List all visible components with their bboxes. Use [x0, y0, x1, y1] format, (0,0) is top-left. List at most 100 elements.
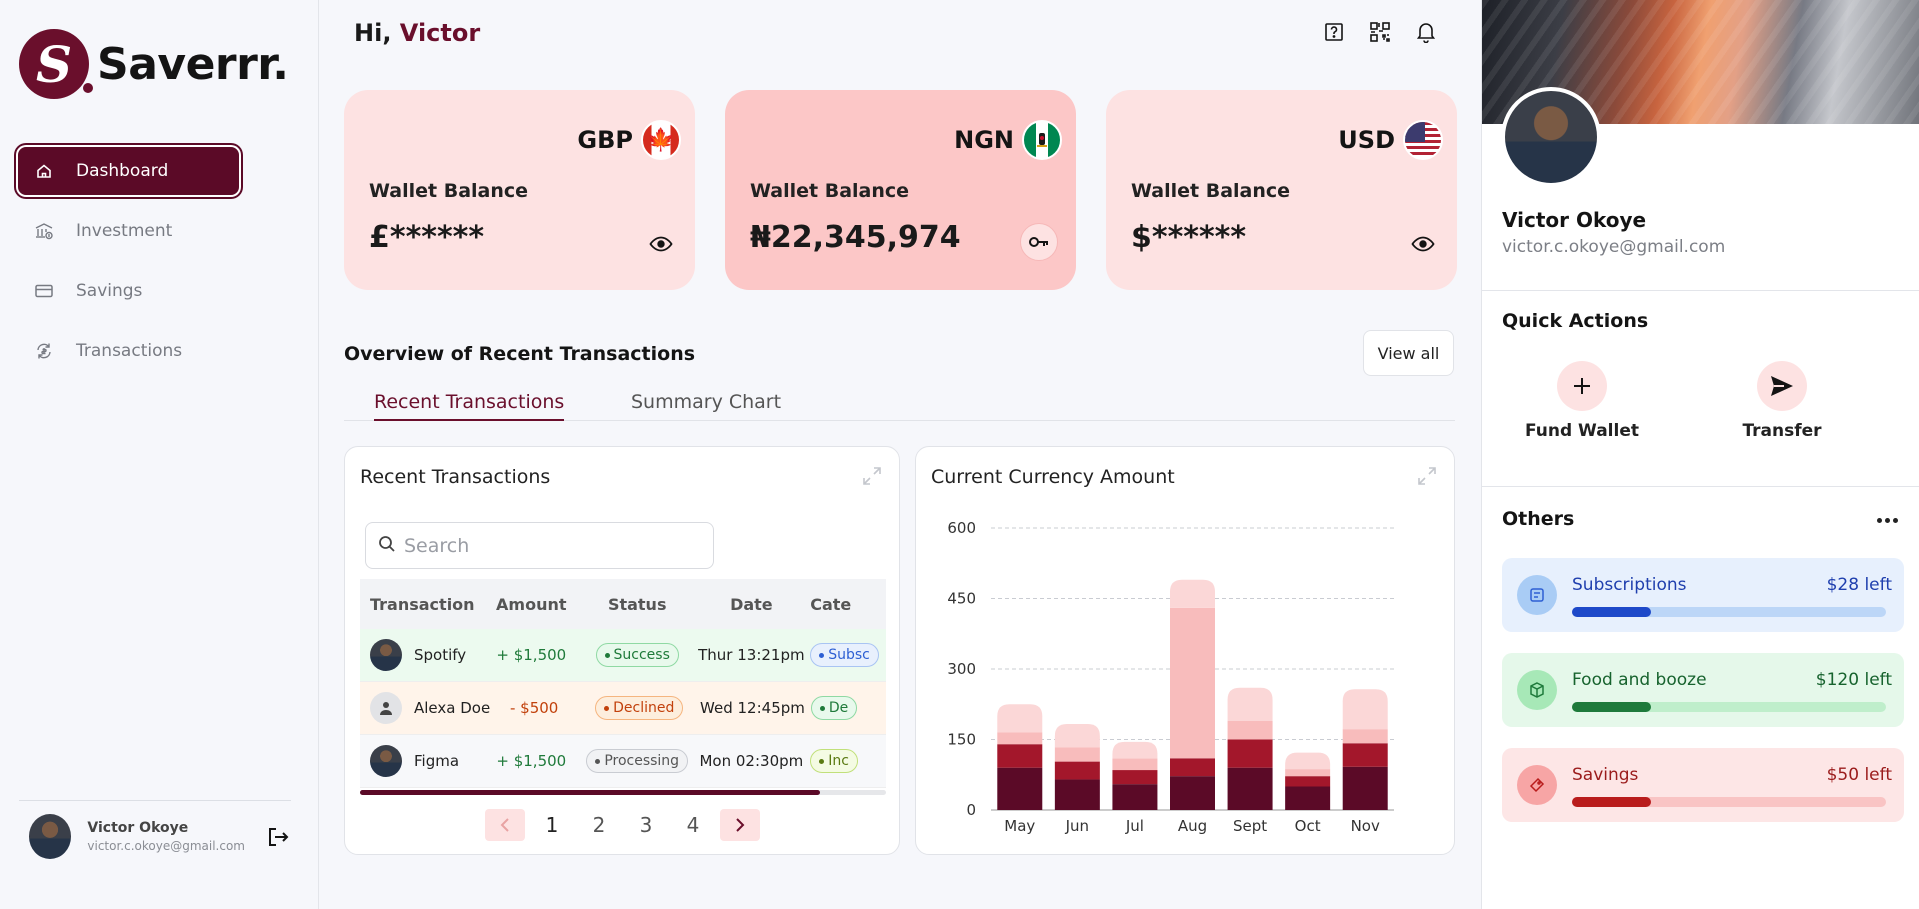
- prev-page-button[interactable]: [485, 809, 525, 841]
- page-button[interactable]: 3: [626, 809, 666, 841]
- bar-segment-usd: [997, 704, 1043, 733]
- key-icon[interactable]: [1020, 223, 1058, 261]
- food-budget[interactable]: Food and booze $120 left: [1502, 653, 1904, 727]
- budget-progress-bar: [1572, 702, 1886, 712]
- bar-segment-eur: [1227, 739, 1273, 768]
- budget-progress-fill: [1572, 702, 1651, 712]
- status-dot: [595, 758, 601, 764]
- chart-title: Current Currency Amount: [931, 466, 1175, 488]
- bar-segment-ngn: [1112, 784, 1158, 810]
- table-row[interactable]: Figma + $1,500 Processing Mon 02:30pm In…: [360, 735, 886, 788]
- status-label: Success: [613, 647, 670, 663]
- avatar[interactable]: [29, 814, 72, 859]
- tab-summary-chart[interactable]: Summary Chart: [631, 391, 781, 419]
- usa-flag-icon: [1403, 120, 1443, 160]
- amount-cell: + $1,500: [496, 646, 567, 664]
- table-scrollbar[interactable]: [360, 790, 886, 795]
- next-page-button[interactable]: [720, 809, 760, 841]
- table-row[interactable]: Alexa Doe - $500 Declined Wed 12:45pm De: [360, 682, 886, 735]
- table-row[interactable]: Spotify + $1,500 Success Thur 13:21pm Su…: [360, 629, 886, 682]
- food-box-icon: [1517, 670, 1557, 710]
- page-button[interactable]: 1: [532, 809, 572, 841]
- wallet-amount: $******: [1131, 220, 1247, 255]
- header-actions: [1322, 20, 1438, 44]
- bar-segment-usd: [1170, 579, 1215, 608]
- budget-progress-bar: [1572, 607, 1886, 617]
- budget-progress-fill: [1572, 797, 1651, 807]
- page-button[interactable]: 4: [673, 809, 713, 841]
- column-header[interactable]: Amount: [483, 595, 580, 614]
- logout-icon[interactable]: [265, 824, 291, 850]
- budget-remaining: $50 left: [1826, 765, 1892, 785]
- subscriptions-budget[interactable]: Subscriptions $28 left: [1502, 558, 1904, 632]
- savings-budget[interactable]: Savings $50 left: [1502, 748, 1904, 822]
- overview-tabs: Recent Transactions Summary Chart: [344, 389, 1455, 421]
- category-label: Subsc: [828, 647, 870, 663]
- sidebar-user-name: Victor Okoye: [87, 820, 189, 836]
- x-tick-label: Aug: [1178, 817, 1207, 835]
- page-button[interactable]: 2: [579, 809, 619, 841]
- search-input[interactable]: [404, 534, 684, 557]
- scrollbar-thumb[interactable]: [360, 790, 820, 795]
- fund-wallet-button[interactable]: Fund Wallet: [1512, 361, 1652, 441]
- stacked-bar-chart: 6004503001500MayJunJulAugSeptOctNovNGNEU…: [947, 519, 1394, 835]
- divider: [1482, 290, 1919, 291]
- bar-segment-ngn: [1342, 766, 1388, 810]
- transaction-cell: Figma: [360, 745, 483, 777]
- expand-icon[interactable]: [861, 465, 885, 489]
- greeting-text: Hi,: [354, 19, 392, 47]
- eye-icon[interactable]: [1407, 228, 1439, 260]
- wallet-card-ngn[interactable]: NGN Wallet Balance ₦22,345,974: [725, 90, 1076, 290]
- bar-segment-gbp: [1112, 758, 1158, 771]
- send-icon: [1757, 361, 1807, 411]
- budget-name: Savings: [1572, 765, 1639, 785]
- view-all-button[interactable]: View all: [1363, 330, 1454, 376]
- qr-code-icon[interactable]: [1368, 20, 1392, 44]
- search-field[interactable]: [365, 522, 714, 569]
- quick-action-label: Fund Wallet: [1525, 421, 1639, 441]
- search-icon: [378, 535, 396, 557]
- sidebar-item-label: Investment: [76, 221, 173, 241]
- amount-cell: + $1,500: [496, 752, 567, 770]
- status-badge: Processing: [586, 749, 689, 773]
- bar-segment-ngn: [1054, 779, 1100, 810]
- budget-progress-bar: [1572, 797, 1886, 807]
- avatar: [370, 639, 402, 671]
- more-options-icon[interactable]: [1872, 510, 1902, 530]
- sidebar-item-investment[interactable]: Investment: [16, 205, 241, 257]
- sidebar-user-info: Victor Okoye victor.c.okoye@gmail.com: [87, 820, 245, 853]
- transactions-table: Transaction Amount Status Date Cate Spot…: [360, 579, 886, 788]
- tag-icon: [1517, 765, 1557, 805]
- column-header[interactable]: Cate: [808, 595, 886, 614]
- eye-icon[interactable]: [645, 228, 677, 260]
- status-cell: Success: [580, 643, 695, 667]
- bar-segment-gbp: [1285, 769, 1331, 777]
- column-header[interactable]: Status: [580, 595, 695, 614]
- expand-icon[interactable]: [1416, 465, 1440, 489]
- wallet-card-usd[interactable]: USD Wallet Balance $******: [1106, 90, 1457, 290]
- column-header[interactable]: Transaction: [360, 595, 483, 614]
- bell-icon[interactable]: [1414, 20, 1438, 44]
- wallet-currency: NGN: [954, 120, 1062, 160]
- currency-code: NGN: [954, 126, 1014, 154]
- status-label: Declined: [613, 700, 675, 716]
- status-label: Processing: [604, 753, 680, 769]
- column-header[interactable]: Date: [695, 595, 809, 614]
- wallet-card-gbp[interactable]: GBP 🍁 Wallet Balance £******: [344, 90, 695, 290]
- help-icon[interactable]: [1322, 20, 1346, 44]
- sidebar-item-label: Transactions: [76, 341, 183, 361]
- tab-recent-transactions[interactable]: Recent Transactions: [374, 391, 565, 421]
- status-badge: Success: [595, 643, 679, 667]
- bar-segment-ngn: [1285, 786, 1331, 810]
- quick-actions-title: Quick Actions: [1502, 310, 1649, 332]
- amount-cell: - $500: [510, 699, 559, 717]
- sidebar: S Saverrr. Dashboard Investment Savings: [0, 0, 319, 909]
- sidebar-item-dashboard[interactable]: Dashboard: [16, 145, 241, 197]
- logo[interactable]: S Saverrr.: [19, 29, 289, 99]
- bar-segment-gbp: [1170, 607, 1215, 759]
- sidebar-item-transactions[interactable]: Transactions: [16, 325, 241, 377]
- transfer-button[interactable]: Transfer: [1712, 361, 1852, 441]
- profile-avatar[interactable]: [1501, 87, 1601, 187]
- quick-action-label: Transfer: [1742, 421, 1822, 441]
- sidebar-item-savings[interactable]: Savings: [16, 265, 241, 317]
